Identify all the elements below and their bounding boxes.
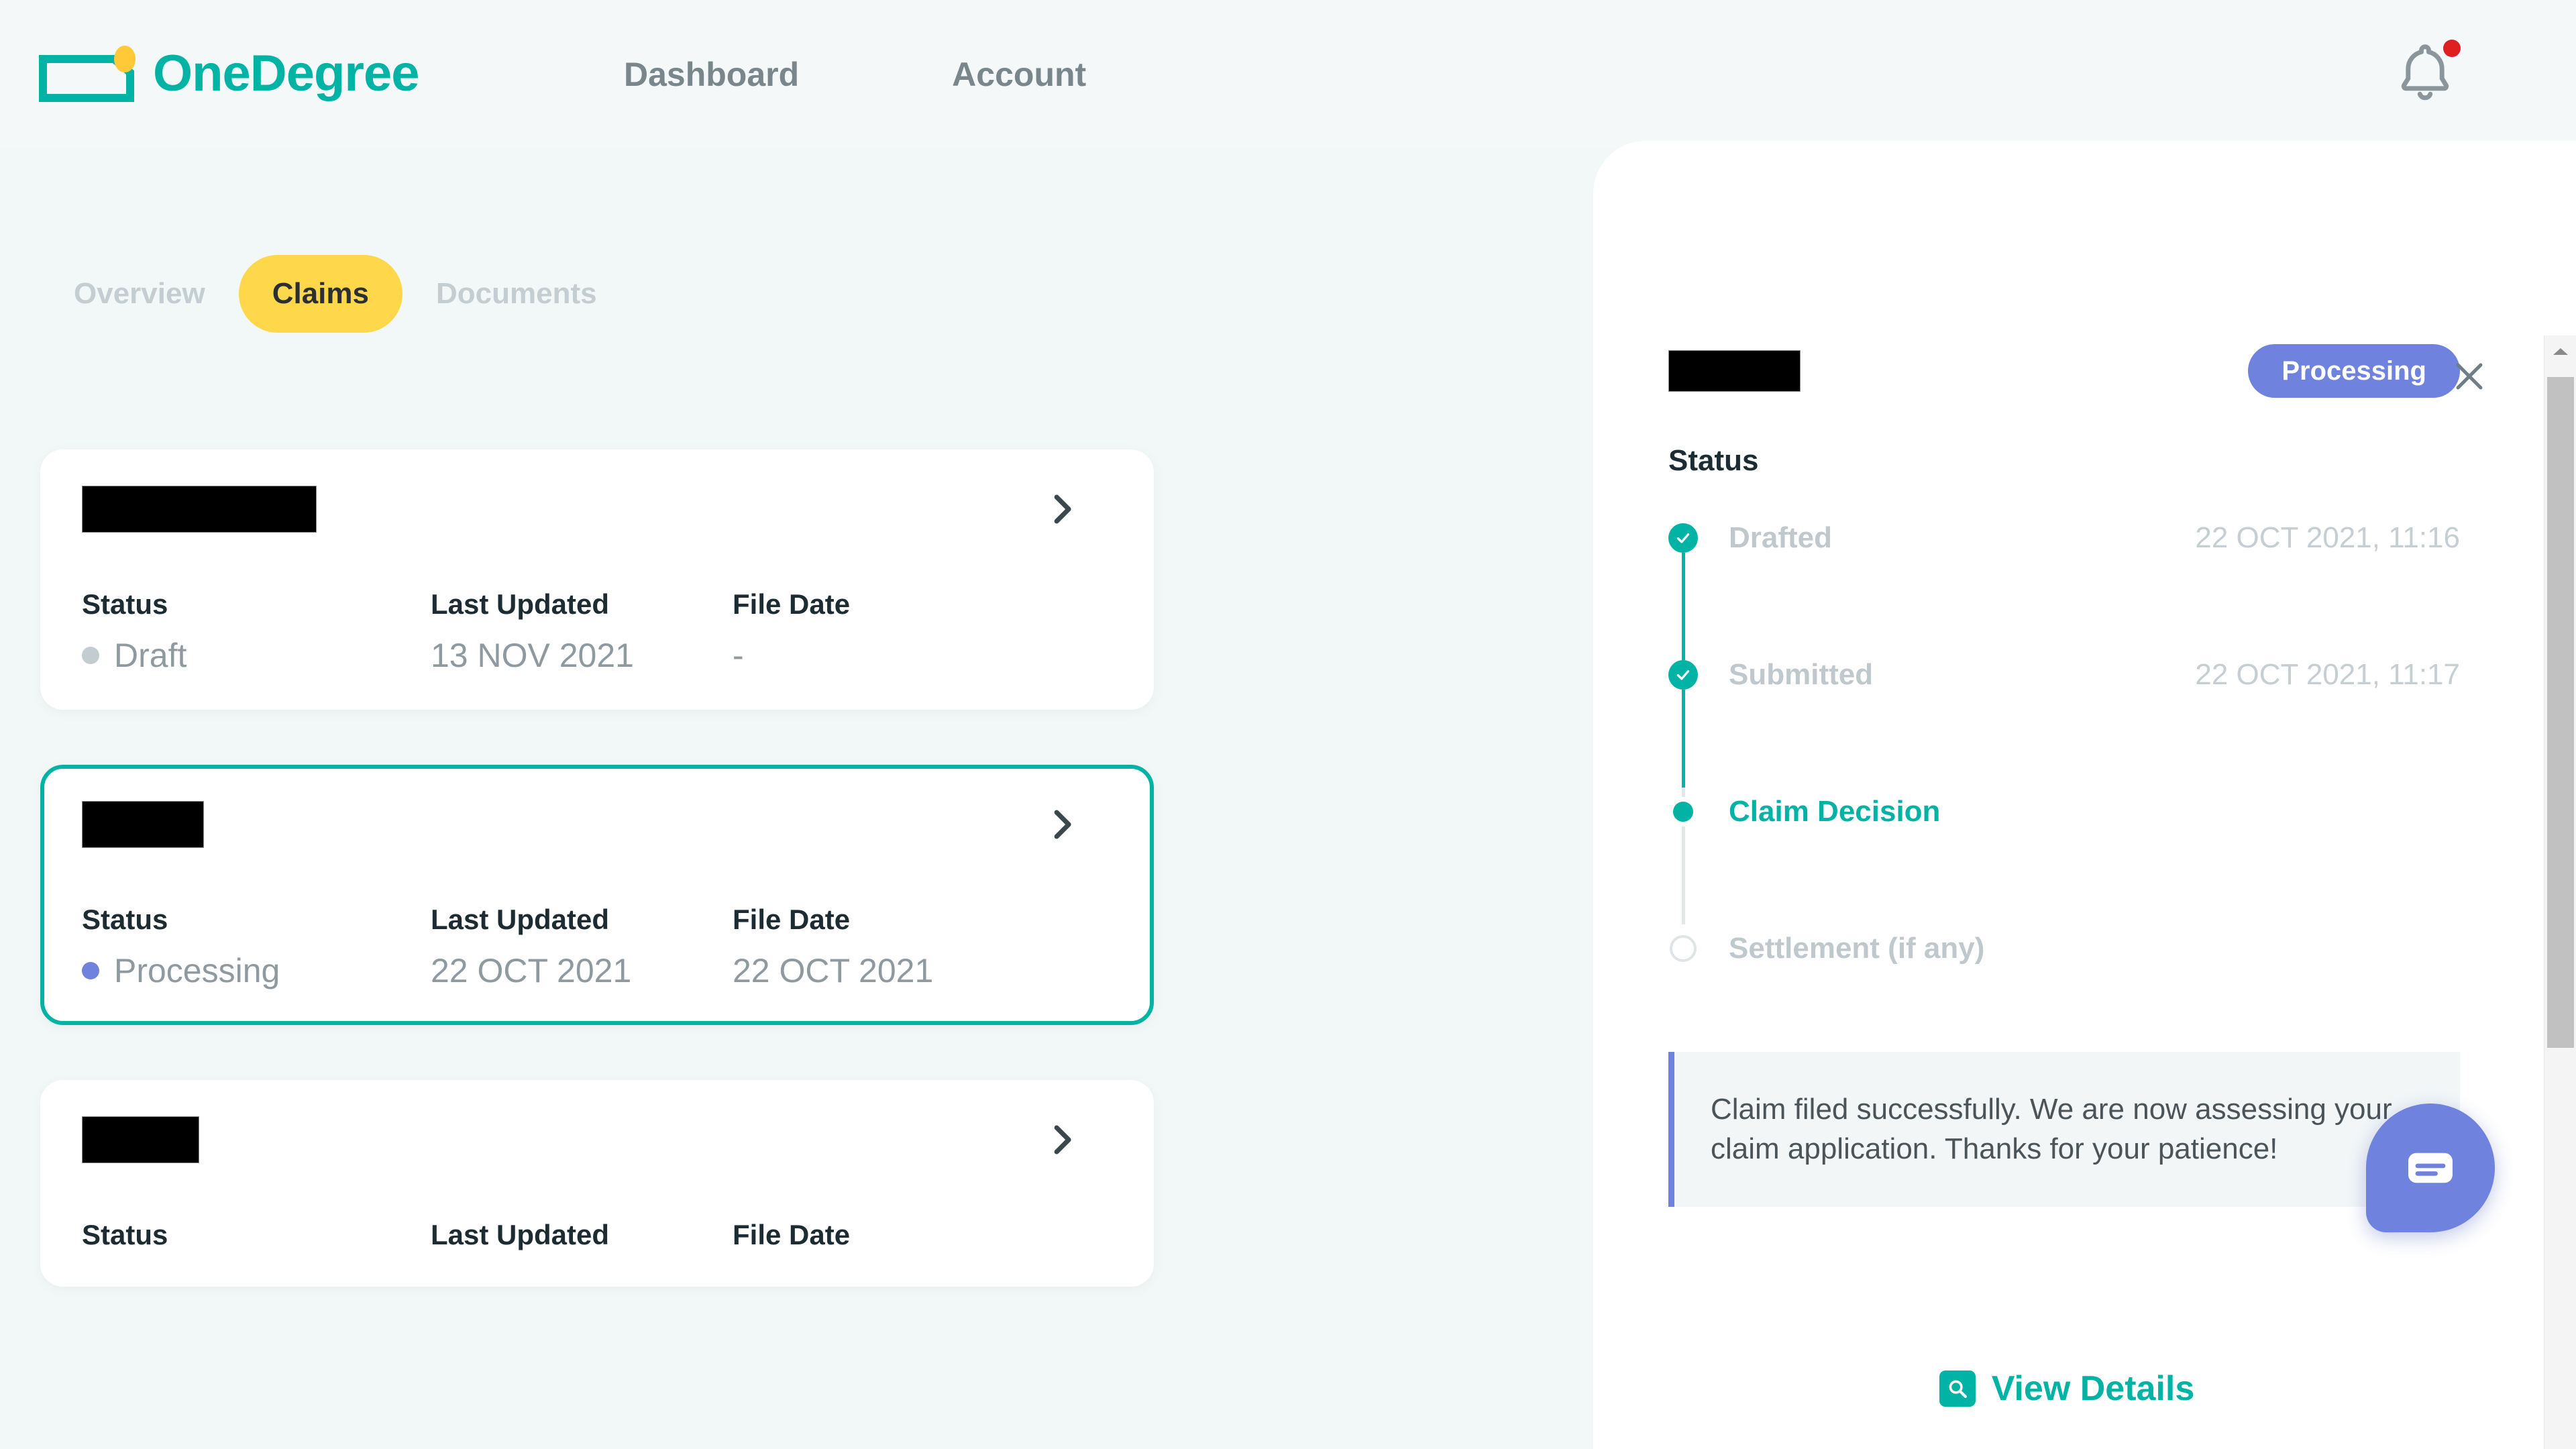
chevron-right-icon[interactable] xyxy=(1044,491,1080,527)
claim-card-selected[interactable]: Status Processing Last Updated 22 OCT 20… xyxy=(40,765,1154,1025)
claim-updated-field: Last Updated 22 OCT 2021 xyxy=(431,904,733,989)
claim-status-message: Claim filed successfully. We are now ass… xyxy=(1668,1052,2460,1207)
claim-updated-value: 13 NOV 2021 xyxy=(431,637,634,674)
claim-updated-label: Last Updated xyxy=(431,904,610,935)
primary-nav: Dashboard Account xyxy=(624,0,1086,149)
chat-bubble-icon xyxy=(2408,1152,2453,1183)
notifications-button[interactable] xyxy=(2388,37,2462,111)
timeline-label: Claim Decision xyxy=(1729,795,1941,828)
claim-updated-label: Last Updated xyxy=(431,1219,610,1250)
status-dot-icon xyxy=(82,647,99,664)
claim-status-field: Status Draft xyxy=(82,590,431,672)
claim-filedate-value: - xyxy=(733,637,744,674)
claims-card-list: Status Draft Last Updated 13 NOV 2021 Fi… xyxy=(40,449,1154,1342)
claim-status-value: Draft xyxy=(114,637,187,674)
view-details-button[interactable]: View Details xyxy=(1939,1369,2195,1408)
claim-filedate-label: File Date xyxy=(733,904,851,935)
claim-status-value-wrap: Draft xyxy=(82,639,431,672)
claim-detail-header: Processing xyxy=(1668,342,2460,400)
claim-status-message-text: Claim filed successfully. We are now ass… xyxy=(1711,1093,2392,1166)
timeline-connector-done xyxy=(1682,538,1685,651)
check-circle-icon xyxy=(1668,660,1698,690)
claim-status-label: Status xyxy=(82,588,168,620)
view-details-label: View Details xyxy=(1991,1369,2195,1408)
timeline-label: Submitted xyxy=(1729,658,1874,691)
chat-widget-button[interactable] xyxy=(2366,1104,2495,1232)
onedegree-logo-icon xyxy=(39,46,140,102)
claim-updated-label: Last Updated xyxy=(431,588,610,620)
claim-status-label: Status xyxy=(82,1219,168,1250)
status-badge: Processing xyxy=(2248,344,2460,398)
status-dot-icon xyxy=(82,962,99,979)
claim-title-redacted xyxy=(82,801,204,848)
policy-tabs: Overview Claims Documents xyxy=(40,255,631,333)
claim-updated-field: Last Updated 13 NOV 2021 xyxy=(431,588,733,674)
claim-filedate-field: File Date 22 OCT 2021 xyxy=(733,904,934,989)
claim-status-timeline: Drafted 22 OCT 2021, 11:16 Submitted 22 … xyxy=(1668,510,2460,977)
tab-overview[interactable]: Overview xyxy=(40,255,239,333)
claim-filedate-field: File Date xyxy=(733,1221,850,1249)
timeline-label: Settlement (if any) xyxy=(1729,932,1985,965)
timeline-marker xyxy=(1668,934,1698,963)
chevron-up-icon xyxy=(2553,348,2568,355)
current-step-dot-icon xyxy=(1673,802,1693,822)
timeline-marker xyxy=(1668,797,1698,826)
status-section-heading: Status xyxy=(1668,444,1759,477)
claim-filedate-label: File Date xyxy=(733,1219,851,1250)
claim-card-fields: Status Draft Last Updated 13 NOV 2021 Fi… xyxy=(82,590,1112,672)
timeline-step-claim-decision: Claim Decision xyxy=(1668,784,2460,840)
chevron-right-icon[interactable] xyxy=(1044,1122,1080,1158)
claim-updated-field: Last Updated xyxy=(431,1221,733,1249)
claim-status-field: Status xyxy=(82,1221,431,1249)
nav-dashboard[interactable]: Dashboard xyxy=(624,55,799,94)
chevron-right-icon[interactable] xyxy=(1044,806,1080,843)
tab-documents[interactable]: Documents xyxy=(402,255,631,333)
claim-detail-title-redacted xyxy=(1668,350,1801,392)
timeline-label: Drafted xyxy=(1729,521,1833,554)
claim-status-label: Status xyxy=(82,904,168,935)
timeline-step-drafted: Drafted 22 OCT 2021, 11:16 xyxy=(1668,510,2460,566)
claim-status-value-wrap: Processing xyxy=(82,954,431,987)
timeline-timestamp: 22 OCT 2021, 11:17 xyxy=(2195,658,2460,691)
claims-list-pane: Overview Claims Documents Status Draft L… xyxy=(0,149,1597,1449)
close-icon[interactable] xyxy=(2450,357,2489,396)
timeline-marker xyxy=(1668,660,1698,690)
pending-step-circle-icon xyxy=(1670,935,1697,962)
claim-detail-panel: Processing Status Drafted 22 OCT 2021, 1… xyxy=(1593,141,2576,1449)
search-icon xyxy=(1939,1371,1976,1407)
panel-scrollbar[interactable] xyxy=(2544,335,2576,1449)
nav-account[interactable]: Account xyxy=(952,55,1086,94)
brand-logo[interactable]: OneDegree xyxy=(39,40,419,107)
timeline-timestamp: 22 OCT 2021, 11:16 xyxy=(2195,521,2460,554)
claim-filedate-value: 22 OCT 2021 xyxy=(733,952,934,989)
check-circle-icon xyxy=(1668,523,1698,553)
timeline-step-settlement: Settlement (if any) xyxy=(1668,920,2460,977)
claim-card-fields: Status Processing Last Updated 22 OCT 20… xyxy=(82,906,1112,987)
claim-status-value: Processing xyxy=(114,952,280,989)
claim-card-fields: Status Last Updated File Date xyxy=(82,1221,1112,1249)
claim-card[interactable]: Status Last Updated File Date xyxy=(40,1080,1154,1287)
claim-title-redacted xyxy=(82,486,317,533)
claim-title-redacted xyxy=(82,1116,199,1163)
logo-accent-dot xyxy=(114,46,136,72)
brand-name: OneDegree xyxy=(153,45,419,102)
timeline-step-submitted: Submitted 22 OCT 2021, 11:17 xyxy=(1668,647,2460,703)
claim-filedate-label: File Date xyxy=(733,588,851,620)
app-header: OneDegree Dashboard Account xyxy=(0,0,2576,149)
scrollbar-up-button[interactable] xyxy=(2544,335,2576,368)
tab-claims[interactable]: Claims xyxy=(238,255,402,333)
claim-detail-footer: View Details xyxy=(1593,1328,2540,1449)
claim-card[interactable]: Status Draft Last Updated 13 NOV 2021 Fi… xyxy=(40,449,1154,710)
notification-badge xyxy=(2443,40,2461,57)
scrollbar-thumb[interactable] xyxy=(2547,377,2574,1048)
claim-status-field: Status Processing xyxy=(82,906,431,987)
claim-updated-value: 22 OCT 2021 xyxy=(431,952,632,989)
claim-filedate-field: File Date - xyxy=(733,588,851,674)
claim-detail-content: Processing Status Drafted 22 OCT 2021, 1… xyxy=(1668,342,2460,1207)
timeline-marker xyxy=(1668,523,1698,553)
claim-detail-scroll-area: Processing Status Drafted 22 OCT 2021, 1… xyxy=(1593,141,2540,1449)
